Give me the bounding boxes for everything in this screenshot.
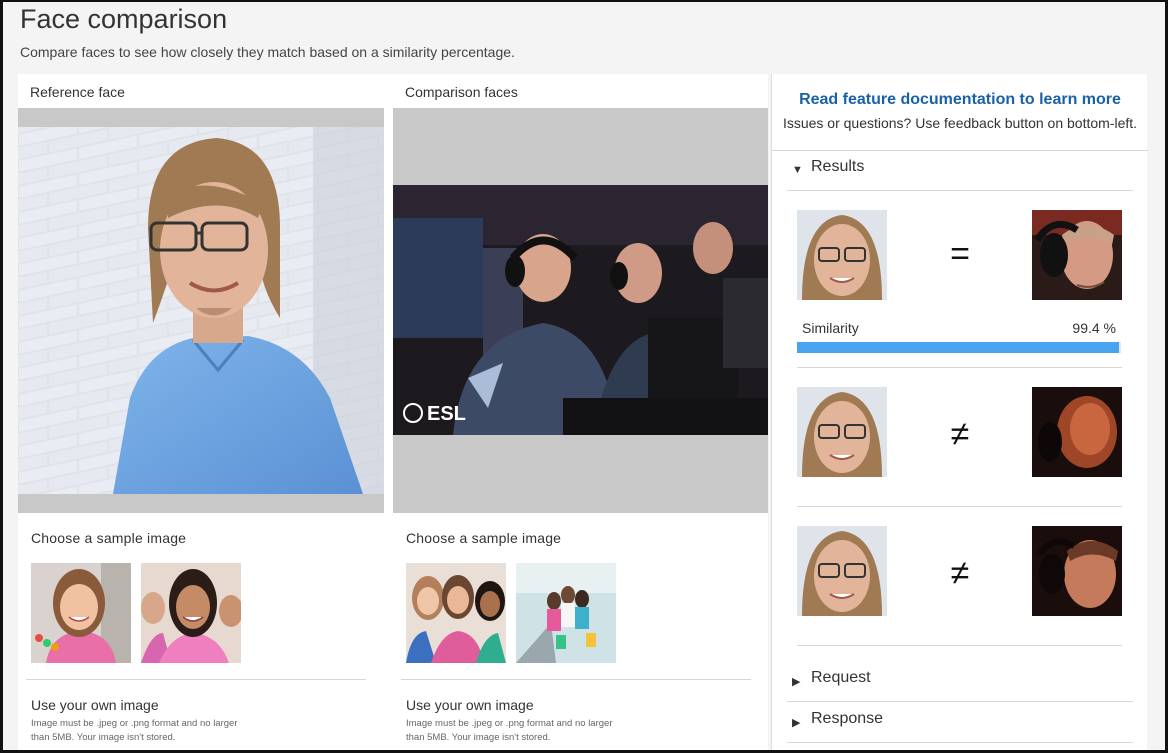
comparison-image-stage: ESL — [393, 108, 768, 513]
reference-face-title: Reference face — [30, 84, 125, 100]
results-panel: Read feature documentation to learn more… — [771, 74, 1148, 750]
reference-photo — [18, 127, 384, 494]
esl-logo-text: ESL — [427, 403, 466, 425]
result-3-reference-face — [797, 526, 887, 616]
page-title: Face comparison — [20, 4, 228, 34]
request-section-toggle[interactable]: ▶ Request — [789, 663, 1134, 699]
result-1-comparison-face — [1032, 210, 1122, 300]
similarity-bar — [797, 342, 1121, 353]
unmatched-face-crop — [1032, 387, 1122, 477]
comparison-sample-thumb-1[interactable] — [406, 563, 506, 663]
reference-own-image-title[interactable]: Use your own image — [31, 697, 159, 713]
comparison-own-image-title[interactable]: Use your own image — [406, 697, 534, 713]
result-3-match-symbol: ≠ — [950, 554, 970, 592]
sample-girl-photo — [31, 563, 131, 663]
comparison-own-image-desc: Image must be .jpeg or .png format and n… — [406, 718, 613, 743]
results-section-toggle[interactable]: ▼ Results — [789, 152, 1134, 188]
result-2-comparison-face — [1032, 387, 1122, 477]
caret-right-icon: ▶ — [792, 676, 801, 688]
result-2-reference-face — [797, 387, 887, 477]
similarity-value: 99.4 % — [1072, 320, 1116, 336]
reference-sample-title: Choose a sample image — [31, 530, 187, 546]
reference-face-crop — [797, 210, 887, 300]
comparison-divider — [401, 679, 751, 680]
caret-down-icon: ▼ — [792, 164, 803, 176]
feedback-note: Issues or questions? Use feedback button… — [782, 115, 1138, 131]
reference-divider — [26, 679, 366, 680]
results-section-label: Results — [811, 158, 865, 175]
results-divider — [787, 190, 1133, 191]
reference-face-crop — [797, 526, 887, 616]
comparison-sample-thumb-2[interactable] — [516, 563, 616, 663]
reference-sample-thumb-1[interactable] — [31, 563, 131, 663]
reference-sample-thumb-2[interactable] — [141, 563, 241, 663]
result-3-comparison-face — [1032, 526, 1122, 616]
reference-column: Reference face Choose a sample image Use… — [18, 74, 384, 750]
sample-friends-photo — [141, 563, 241, 663]
comparison-sample-title: Choose a sample image — [406, 530, 562, 546]
app-frame: Face comparison Compare faces to see how… — [0, 0, 1168, 753]
comparison-faces-title: Comparison faces — [405, 84, 518, 100]
result-divider-3 — [797, 645, 1122, 646]
input-panel: Reference face Choose a sample image Use… — [18, 74, 768, 750]
panel-divider — [772, 150, 1148, 151]
request-divider — [787, 701, 1133, 702]
reference-face-crop — [797, 387, 887, 477]
result-divider-2 — [797, 506, 1122, 507]
result-2-match-symbol: ≠ — [950, 415, 970, 453]
unmatched-face-crop — [1032, 526, 1122, 616]
comparison-photo: ESL — [393, 185, 768, 435]
reference-image-stage — [18, 108, 384, 513]
result-1-match-symbol: = — [950, 235, 970, 273]
similarity-label: Similarity — [802, 320, 859, 336]
response-section-toggle[interactable]: ▶ Response — [789, 704, 1134, 740]
documentation-link[interactable]: Read feature documentation to learn more — [772, 91, 1148, 109]
response-divider — [787, 742, 1133, 743]
page-subtitle: Compare faces to see how closely they ma… — [20, 44, 515, 60]
request-section-label: Request — [811, 669, 871, 686]
sample-group-photo — [406, 563, 506, 663]
result-divider-1 — [797, 367, 1122, 368]
similarity-bar-fill — [797, 342, 1120, 353]
comparison-column: Comparison faces ESL Choose a sample ima… — [393, 74, 768, 750]
sample-mall-photo — [516, 563, 616, 663]
caret-right-icon: ▶ — [792, 717, 801, 729]
reference-own-image-desc: Image must be .jpeg or .png format and n… — [31, 718, 238, 743]
result-1-reference-face — [797, 210, 887, 300]
response-section-label: Response — [811, 710, 884, 727]
matched-face-crop — [1032, 210, 1122, 300]
